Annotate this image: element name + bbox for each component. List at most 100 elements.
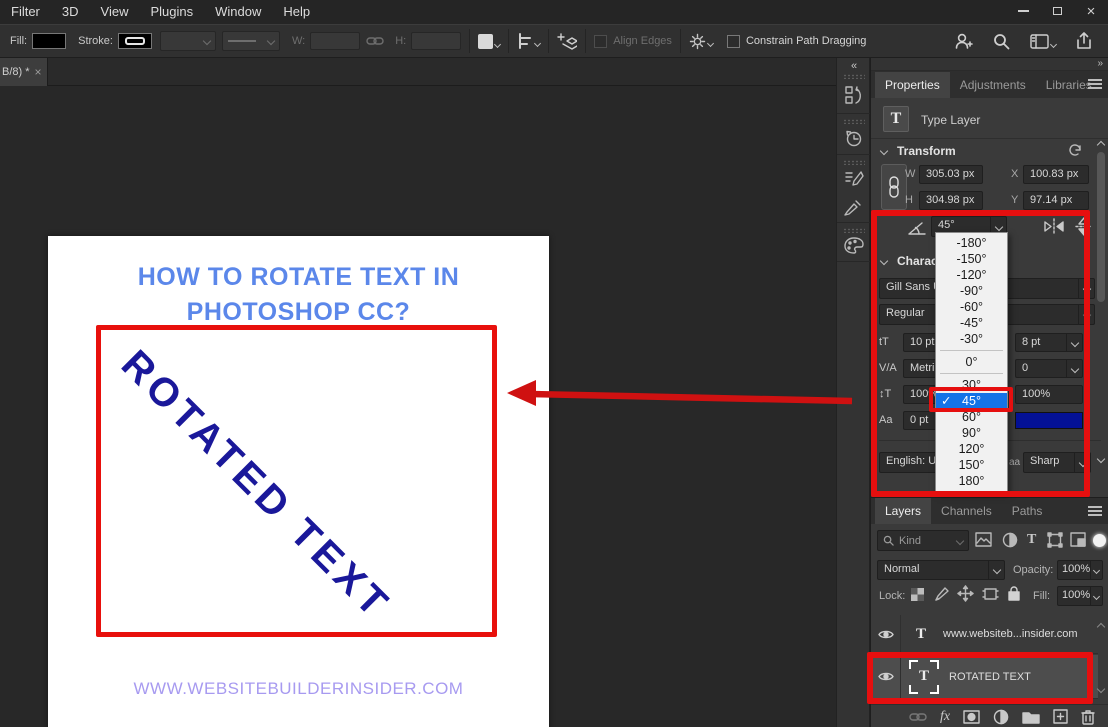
menu-view[interactable]: View xyxy=(90,0,140,24)
tab-close-icon[interactable]: × xyxy=(35,65,42,79)
add-mask-icon[interactable] xyxy=(963,710,980,724)
angle-option[interactable]: 90° xyxy=(936,425,1007,441)
tool-presets-icon[interactable] xyxy=(844,198,864,218)
anti-alias-select[interactable]: Sharp xyxy=(1023,452,1091,473)
angle-option[interactable]: -60° xyxy=(936,299,1007,315)
angle-option[interactable]: 30° xyxy=(936,377,1007,393)
tab-adjustments[interactable]: Adjustments xyxy=(950,72,1036,98)
panel-menu-icon[interactable] xyxy=(1088,79,1102,89)
angle-option-selected[interactable]: ✓45° xyxy=(936,393,1007,409)
align-edges-option[interactable]: Align Edges xyxy=(594,35,672,48)
scroll-down-icon[interactable] xyxy=(1097,685,1105,693)
transform-h-field[interactable]: 304.98 px xyxy=(919,191,983,210)
tracking-dropdown-button[interactable] xyxy=(1066,360,1082,377)
font-style-dropdown-button[interactable] xyxy=(1078,305,1094,324)
flip-vertical-icon[interactable] xyxy=(1074,216,1094,237)
filter-adjustment-layers-icon[interactable] xyxy=(1002,532,1018,548)
close-button[interactable]: × xyxy=(1074,0,1108,22)
path-operations-button[interactable] xyxy=(478,34,500,49)
constrain-path-checkbox[interactable] xyxy=(727,35,740,48)
tab-properties[interactable]: Properties xyxy=(875,72,950,98)
scrollbar-thumb[interactable] xyxy=(1097,152,1105,302)
history-icon[interactable] xyxy=(844,128,864,148)
opacity-dropdown-button[interactable] xyxy=(1090,561,1102,579)
path-alignment-button[interactable] xyxy=(517,33,540,49)
delete-layer-icon[interactable] xyxy=(1081,709,1095,725)
angle-option[interactable]: -180° xyxy=(936,235,1007,251)
menu-3d[interactable]: 3D xyxy=(51,0,90,24)
constrain-path-option[interactable]: Constrain Path Dragging xyxy=(727,35,866,48)
menu-filter[interactable]: Filter xyxy=(0,0,51,24)
panel-expand-strip[interactable]: » xyxy=(871,58,1108,71)
filter-smart-objects-icon[interactable] xyxy=(1070,532,1086,547)
lock-all-icon[interactable] xyxy=(1007,585,1021,602)
minimize-button[interactable] xyxy=(1006,0,1040,22)
text-layer-thumbnail[interactable]: T xyxy=(909,622,933,646)
swatches-icon[interactable] xyxy=(844,237,864,255)
share-icon[interactable] xyxy=(1076,32,1092,50)
anti-alias-dropdown-button[interactable] xyxy=(1074,453,1090,472)
gear-button[interactable] xyxy=(689,33,713,50)
workspace-switcher[interactable] xyxy=(1030,34,1056,49)
reset-transform-icon[interactable] xyxy=(1067,142,1083,158)
tab-channels[interactable]: Channels xyxy=(931,498,1002,524)
collapse-panels-button[interactable]: « xyxy=(837,60,871,72)
text-color-swatch[interactable] xyxy=(1015,412,1083,429)
layer-comps-icon[interactable] xyxy=(844,84,864,106)
layer-row-url-text[interactable]: T www.websiteb...insider.com xyxy=(871,615,1098,654)
leading-field[interactable]: 8 pt xyxy=(1015,333,1083,352)
stroke-swatch[interactable] xyxy=(118,33,152,49)
filter-pixel-layers-icon[interactable] xyxy=(975,532,992,547)
layer-style-icon[interactable]: fx xyxy=(940,709,950,725)
angle-option[interactable]: 0° xyxy=(936,354,1007,370)
add-adjustment-icon[interactable] xyxy=(993,709,1009,725)
angle-option[interactable]: -150° xyxy=(936,251,1007,267)
link-layers-icon[interactable] xyxy=(909,712,927,722)
filter-kind-select[interactable]: Kind xyxy=(877,530,969,551)
brush-settings-icon[interactable] xyxy=(844,169,864,189)
blend-mode-select[interactable]: Normal xyxy=(877,560,1005,580)
new-layer-icon[interactable] xyxy=(1053,709,1068,724)
menu-plugins[interactable]: Plugins xyxy=(139,0,204,24)
path-arrangement-button[interactable] xyxy=(557,32,577,50)
scroll-up-icon[interactable] xyxy=(1097,141,1105,149)
angle-option[interactable]: -45° xyxy=(936,315,1007,331)
leading-dropdown-button[interactable] xyxy=(1066,334,1082,351)
tracking-field[interactable]: 0 xyxy=(1015,359,1083,378)
visibility-toggle[interactable] xyxy=(871,615,901,653)
link-dimensions-button[interactable] xyxy=(881,164,907,210)
blend-mode-dropdown-button[interactable] xyxy=(988,561,1004,579)
visibility-toggle[interactable] xyxy=(871,655,901,698)
canvas[interactable]: HOW TO ROTATE TEXT IN PHOTOSHOP CC? ROTA… xyxy=(48,236,549,727)
section-collapse-icon[interactable] xyxy=(880,147,888,155)
scroll-down-icon[interactable] xyxy=(1097,455,1105,463)
align-edges-checkbox[interactable] xyxy=(594,35,607,48)
angle-option[interactable]: -30° xyxy=(936,331,1007,347)
transform-y-field[interactable]: 97.14 px xyxy=(1023,191,1089,210)
fill-select[interactable]: 100% xyxy=(1057,586,1103,606)
transform-w-field[interactable]: 305.03 px xyxy=(919,165,983,184)
lock-transparency-icon[interactable] xyxy=(911,588,924,601)
tab-paths[interactable]: Paths xyxy=(1002,498,1053,524)
angle-option[interactable]: 150° xyxy=(936,457,1007,473)
angle-option[interactable]: 120° xyxy=(936,441,1007,457)
transform-x-field[interactable]: 100.83 px xyxy=(1023,165,1089,184)
panel-menu-icon[interactable] xyxy=(1088,506,1102,516)
angle-option[interactable]: 180° xyxy=(936,473,1007,489)
restore-button[interactable] xyxy=(1040,0,1074,22)
horizontal-scale-field[interactable]: 100% xyxy=(1015,385,1083,404)
filter-toggle-icon[interactable] xyxy=(1093,534,1106,547)
new-group-icon[interactable] xyxy=(1022,710,1040,724)
document-tab[interactable]: B/8) * × xyxy=(0,58,48,86)
add-user-icon[interactable] xyxy=(953,32,973,50)
search-icon[interactable] xyxy=(993,33,1010,50)
angle-option[interactable]: -120° xyxy=(936,267,1007,283)
filter-type-layers-icon[interactable]: T xyxy=(1027,532,1036,548)
filter-shape-layers-icon[interactable] xyxy=(1047,532,1063,548)
tab-layers[interactable]: Layers xyxy=(875,498,931,524)
lock-artboard-icon[interactable] xyxy=(982,586,999,602)
text-layer-thumbnail-selected[interactable]: T xyxy=(909,660,939,694)
fill-swatch[interactable] xyxy=(32,33,66,49)
section-collapse-icon[interactable] xyxy=(880,257,888,265)
scroll-up-icon[interactable] xyxy=(1097,623,1105,631)
